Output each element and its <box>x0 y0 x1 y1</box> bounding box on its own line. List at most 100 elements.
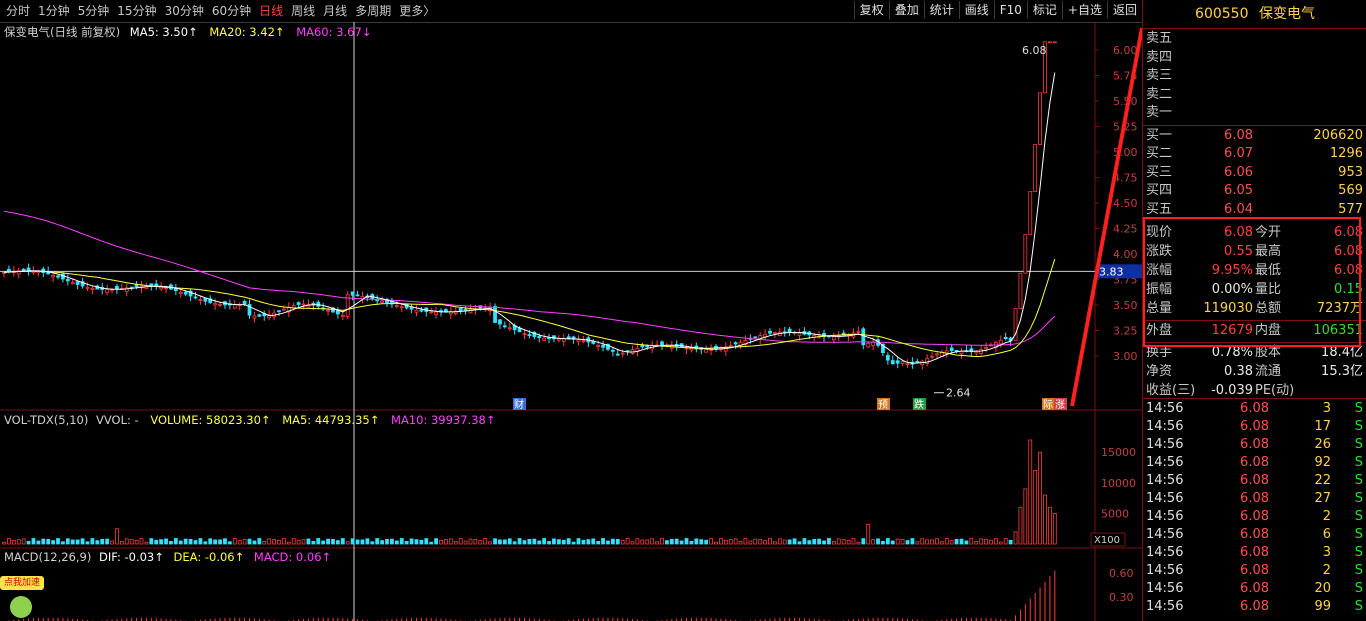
volume-bar <box>792 538 797 545</box>
event-marker: 预 <box>878 399 888 411</box>
candle-body <box>21 268 26 271</box>
volume-bar <box>70 539 75 545</box>
volume-bar <box>650 538 655 545</box>
tick-price: 6.08 <box>1240 491 1269 506</box>
volume-bar <box>939 541 944 545</box>
candle-body <box>7 268 11 273</box>
candle-body <box>561 338 566 342</box>
volume-bar <box>812 538 817 545</box>
period-tab-8[interactable]: 月线 <box>319 3 351 19</box>
tick-side: S <box>1354 563 1363 578</box>
buy-level-price: 6.08 <box>1224 127 1253 143</box>
tool-button-6[interactable]: +自选 <box>1061 1 1107 19</box>
volume-bar <box>36 540 41 545</box>
sell-level-5: 卖一 <box>1143 104 1366 122</box>
tool-button-1[interactable]: 叠加 <box>888 1 924 19</box>
volume-bar <box>885 538 890 545</box>
volume-bar <box>502 539 507 545</box>
volume-bar <box>85 541 90 545</box>
volume-bar <box>660 538 664 545</box>
volume-bar <box>856 541 861 545</box>
volume-bar <box>807 540 812 545</box>
tool-button-0[interactable]: 复权 <box>853 1 889 19</box>
quote-value: 106351 <box>1313 323 1363 338</box>
period-tab-6[interactable]: 日线 <box>255 3 287 19</box>
tool-button-5[interactable]: 标记 <box>1026 1 1062 19</box>
crosshair-price-label: 3.83 <box>1099 265 1124 278</box>
tick-time: 14:56 <box>1146 581 1184 596</box>
vol-legend: VOL-TDX(5,10) VVOL: - VOLUME: 58023.30↑ … <box>4 413 495 427</box>
ma20-legend: MA20: 3.42↑ <box>209 25 285 39</box>
volume-bar <box>866 523 871 545</box>
event-marker: 财 <box>514 398 524 411</box>
volume-bar <box>218 539 222 545</box>
period-tab-2[interactable]: 5分钟 <box>74 3 114 19</box>
period-tab-0[interactable]: 分时 <box>2 3 34 19</box>
kline-chart[interactable]: 6.005.755.505.255.004.754.504.254.003.75… <box>0 22 1142 621</box>
volume-bar <box>483 538 488 545</box>
speed-up-button[interactable]: 点我加速 <box>0 574 46 620</box>
tick-row: 14:56 6.08 2 S <box>1143 508 1366 526</box>
volume-bar <box>635 538 640 545</box>
period-tab-4[interactable]: 30分钟 <box>161 3 208 19</box>
candle-body <box>498 319 502 325</box>
price-tick-label: 4.25 <box>1113 223 1138 236</box>
candle-body <box>183 291 188 295</box>
sell-level-3: 卖三 <box>1143 67 1366 85</box>
tick-row: 14:56 6.08 2 S <box>1143 562 1366 580</box>
volume-bar <box>836 538 841 545</box>
tool-button-3[interactable]: 画线 <box>958 1 994 19</box>
volume-bar <box>242 538 247 545</box>
period-tab-9[interactable]: 多周期 <box>351 3 395 19</box>
candle-body <box>704 349 709 353</box>
tool-button-7[interactable]: 返回 <box>1106 1 1142 19</box>
tick-volume: 27 <box>1314 491 1331 506</box>
candle-body <box>277 310 281 313</box>
volume-bar <box>689 540 694 545</box>
period-tab-10[interactable]: 更多〉 <box>395 3 439 19</box>
sell-level-4: 卖二 <box>1143 86 1366 104</box>
quote-value: 12679 <box>1211 323 1253 338</box>
candle-body <box>419 309 424 312</box>
vol-unit-label: X100 <box>1094 535 1120 546</box>
tick-side: S <box>1354 599 1363 614</box>
tick-row: 14:56 6.08 17 S <box>1143 418 1366 436</box>
candle-body <box>502 325 507 328</box>
volume-bar <box>954 538 959 545</box>
quote-label: 总量 <box>1146 301 1173 316</box>
volume-bar <box>409 538 414 545</box>
quote-label: 内盘 <box>1255 323 1282 338</box>
tick-price: 6.08 <box>1240 473 1269 488</box>
tick-price: 6.08 <box>1240 401 1269 416</box>
volume-bar <box>149 538 154 545</box>
period-tab-3[interactable]: 15分钟 <box>113 3 160 19</box>
volume-bar <box>227 541 232 545</box>
period-tab-1[interactable]: 1分钟 <box>34 3 74 19</box>
tool-button-4[interactable]: F10 <box>993 1 1027 19</box>
quote-value: 6.08 <box>1334 244 1363 259</box>
tool-button-2[interactable]: 统计 <box>923 1 959 19</box>
volume-bar <box>640 539 645 545</box>
volume-bar <box>129 539 134 545</box>
quote-label: 振幅 <box>1146 282 1173 297</box>
tick-row: 14:56 6.08 92 S <box>1143 454 1366 472</box>
quote-row-7: 净资 0.38 流通 15.3亿 <box>1143 363 1366 381</box>
period-tab-5[interactable]: 60分钟 <box>208 3 255 19</box>
volume-bar <box>340 538 345 545</box>
volume-bar <box>935 538 939 545</box>
quote-value: 9.95% <box>1211 263 1253 278</box>
quote-value: 0.00% <box>1211 282 1253 297</box>
candle-body <box>773 332 777 334</box>
quote-divider <box>1143 320 1366 321</box>
period-tab-7[interactable]: 周线 <box>287 3 319 19</box>
tick-row: 14:56 6.08 3 S <box>1143 400 1366 418</box>
volume-bar <box>601 538 605 545</box>
volume-bar <box>350 538 355 545</box>
rocket-icon <box>10 596 32 618</box>
volume-bar <box>1047 506 1052 545</box>
tick-time: 14:56 <box>1146 473 1184 488</box>
candle-body <box>753 336 758 339</box>
quote-label: 总额 <box>1255 301 1282 316</box>
quote-value: 0.38 <box>1224 364 1253 379</box>
candle-body <box>1038 92 1042 145</box>
